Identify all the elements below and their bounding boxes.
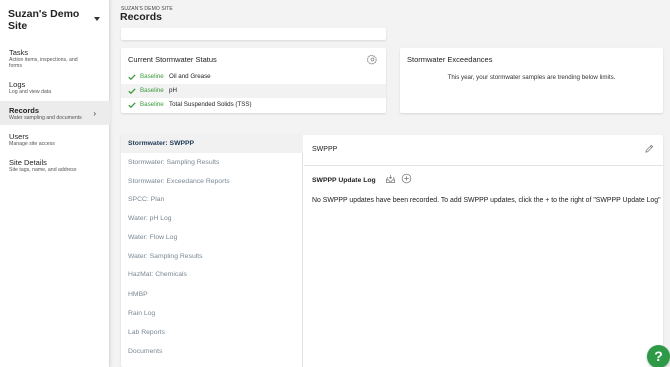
sidebar-item-label: Logs [9,80,26,89]
help-button[interactable]: ? [647,345,670,367]
card-title: Current Stormwater Status [128,55,217,64]
card-title: Stormwater Exceedances [407,55,493,64]
status-row: Baseline pH [121,84,386,98]
check-icon [128,88,136,95]
page-title: Records [120,11,163,23]
record-item-rain-log[interactable]: Rain Log [121,305,303,323]
sidebar-item-label: Users [9,132,29,141]
record-item-lab-reports[interactable]: Lab Reports [121,324,303,342]
sidebar-item-label: Site Details [9,158,47,167]
record-item-hmbp[interactable]: HMBP [121,286,303,304]
site-name: Suzan's Demo Site [8,8,80,32]
status-parameter: Oil and Grease [169,73,211,80]
records-list: Stormwater: SWPPP Stormwater: Sampling R… [121,135,303,367]
status-tag: Baseline [140,101,164,108]
sidebar-item-description: Site tags, name, and address [9,167,77,173]
sidebar-item-description: Log and view data [9,89,52,95]
sidebar: Suzan's Demo Site Tasks Action items, in… [0,0,110,367]
site-switcher[interactable]: Suzan's Demo Site [8,8,102,34]
divider [304,165,663,166]
exceedances-message: This year, your stormwater samples are t… [447,74,616,81]
plus-circle-icon[interactable] [401,173,412,184]
record-detail: SWPPP SWPPP Update Log No SWPPP updates … [304,135,663,367]
collapsed-panel [121,28,386,40]
record-detail-title: SWPPP [312,146,338,153]
sidebar-item-description: Manage site access [9,141,55,147]
sidebar-item-records[interactable]: Records Water sampling and documents › [0,101,110,125]
status-row: Baseline Oil and Grease [121,70,386,84]
record-item-spcc-plan[interactable]: SPCC: Plan [121,191,303,209]
sidebar-item-logs[interactable]: Logs Log and view data [0,78,110,98]
status-tag: Baseline [140,87,164,94]
sidebar-item-description: Action items, inspections, and forms [9,57,78,69]
check-icon [128,102,136,109]
sidebar-item-label: Tasks [9,48,29,57]
empty-state-message: No SWPPP updates have been recorded. To … [312,197,661,204]
update-log-title: SWPPP Update Log [312,177,376,184]
record-item-water-ph-log[interactable]: Water: pH Log [121,210,303,228]
record-item-stormwater-exceedance-reports[interactable]: Stormwater: Exceedance Reports [121,173,303,191]
record-item-documents[interactable]: Documents [121,343,303,361]
record-item-water-sampling-results[interactable]: Water: Sampling Results [121,248,303,266]
pencil-icon[interactable] [644,143,655,154]
sidebar-item-users[interactable]: Users Manage site access [0,130,110,150]
tray-icon[interactable] [385,174,396,184]
status-row: Baseline Total Suspended Solids (TSS) [121,98,386,112]
record-item-hazmat-chemicals[interactable]: HazMat: Chemicals [121,266,303,284]
record-item-water-flow-log[interactable]: Water: Flow Log [121,229,303,247]
status-parameter: Total Suspended Solids (TSS) [169,101,252,108]
sidebar-item-site-details[interactable]: Site Details Site tags, name, and addres… [0,156,110,176]
chevron-down-icon [94,17,100,21]
stormwater-exceedances-card: Stormwater Exceedances This year, your s… [400,48,663,113]
gear-icon[interactable] [367,54,378,65]
chevron-right-icon: › [93,109,96,118]
records-panel: Stormwater: SWPPP Stormwater: Sampling R… [121,135,663,367]
status-tag: Baseline [140,73,164,80]
stormwater-status-card: Current Stormwater Status Baseline Oil a… [121,48,386,113]
record-item-stormwater-sampling-results[interactable]: Stormwater: Sampling Results [121,154,303,172]
sidebar-item-tasks[interactable]: Tasks Action items, inspections, and for… [0,46,110,70]
record-item-stormwater-swppp[interactable]: Stormwater: SWPPP [121,135,303,153]
check-icon [128,74,136,81]
status-parameter: pH [169,87,177,94]
